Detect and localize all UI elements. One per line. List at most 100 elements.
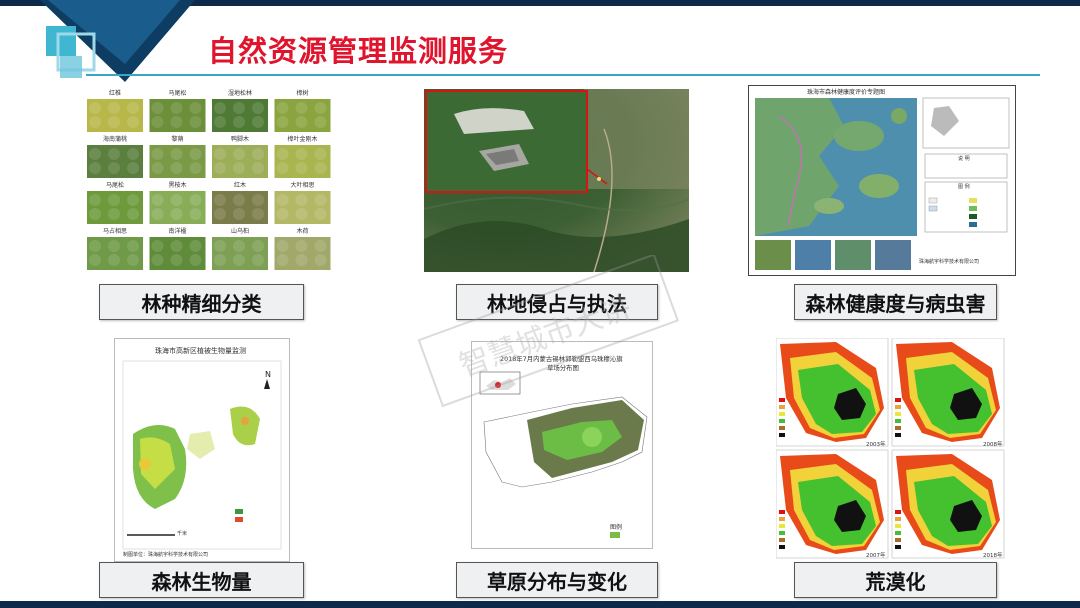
- crown-texture: [252, 194, 264, 206]
- species-name: 红椎: [109, 89, 121, 97]
- crown-texture: [127, 208, 139, 220]
- crown-texture: [314, 240, 327, 252]
- forest-health-map: 珠海市森林健康度评价专题图 说 明 图 例 珠海航宇科学技术有限公司: [748, 85, 1016, 276]
- biomass-map: N 珠海市高新区植被生物量监测 千米 制图单位：珠海航宇科学技术有限公司: [114, 338, 290, 562]
- crown-texture: [214, 254, 226, 266]
- crown-texture: [170, 240, 183, 252]
- crown-texture: [276, 194, 289, 206]
- crown-texture: [314, 208, 327, 220]
- crown-texture: [189, 208, 202, 220]
- label-forest-encroachment: 林地侵占与执法: [456, 284, 658, 320]
- crown-texture: [151, 102, 164, 114]
- species-name: 马尾松: [106, 181, 124, 189]
- grassland-map: 2018年7月内蒙古锡林郭勒盟西乌珠穆沁旗 草场分布图 图例: [471, 341, 653, 549]
- biomass-map-title: 珠海市高新区植被生物量监测: [155, 347, 246, 355]
- species-name: 鸭脚木: [231, 135, 249, 143]
- crown-texture: [189, 148, 202, 160]
- label-forest-health: 森林健康度与病虫害: [794, 284, 997, 320]
- crown-texture: [189, 240, 202, 252]
- crown-texture: [233, 116, 245, 128]
- crown-texture: [89, 254, 101, 266]
- slide-title: 自然资源管理监测服务: [208, 34, 509, 68]
- crown-texture: [189, 116, 202, 128]
- crown-texture: [170, 254, 183, 266]
- species-name: 山乌桕: [231, 227, 249, 235]
- crown-texture: [89, 148, 101, 160]
- crown-texture: [151, 254, 164, 266]
- crown-texture: [295, 148, 308, 160]
- crown-texture: [151, 240, 164, 252]
- crown-texture: [170, 162, 183, 174]
- crown-texture: [170, 194, 183, 206]
- crown-texture: [89, 162, 101, 174]
- crown-texture: [214, 208, 226, 220]
- desertification-maps: 2003年 2008年 2007年 2018年: [776, 338, 1006, 562]
- desert-map: [776, 338, 889, 447]
- species-name: 黑桉木: [168, 181, 186, 189]
- species-name: 海南蒲桃: [103, 135, 127, 143]
- crown-texture: [276, 254, 289, 266]
- crown-texture: [214, 102, 226, 114]
- crown-texture: [170, 208, 183, 220]
- species-name: 马尾松: [168, 89, 186, 97]
- desert-year-4: 2018年: [983, 553, 1003, 559]
- crown-texture: [314, 254, 327, 266]
- health-map-note-heading: 说 明: [958, 156, 970, 162]
- bottom-bar: [0, 601, 1080, 608]
- crown-texture: [276, 116, 289, 128]
- crown-texture: [295, 194, 308, 206]
- crown-texture: [214, 194, 226, 206]
- health-map-title: 珠海市森林健康度评价专题图: [807, 89, 886, 96]
- crown-texture: [233, 194, 245, 206]
- desert-year-2: 2008年: [983, 442, 1003, 448]
- crown-texture: [127, 240, 139, 252]
- crown-texture: [276, 162, 289, 174]
- svg-text:N: N: [265, 370, 271, 379]
- species-name: 木荷: [296, 227, 308, 235]
- crown-texture: [295, 254, 308, 266]
- crown-texture: [151, 148, 164, 160]
- crown-texture: [170, 116, 183, 128]
- crown-texture: [314, 102, 327, 114]
- crown-texture: [252, 102, 264, 114]
- desert-year-1: 2003年: [866, 442, 886, 448]
- biomass-map-scale-unit: 千米: [177, 531, 188, 537]
- crown-texture: [295, 162, 308, 174]
- crown-texture: [214, 116, 226, 128]
- crown-texture: [214, 148, 226, 160]
- species-name: 大叶相思: [290, 181, 314, 189]
- health-map-credit: 珠海航宇科学技术有限公司: [919, 259, 980, 265]
- crown-texture: [295, 102, 308, 114]
- crown-texture: [189, 254, 202, 266]
- crown-texture: [151, 208, 164, 220]
- crown-texture: [314, 194, 327, 206]
- species-name: 樟树: [296, 89, 308, 97]
- label-desertification: 荒漠化: [794, 562, 997, 598]
- crown-texture: [89, 240, 101, 252]
- crown-texture: [89, 194, 101, 206]
- crown-texture: [151, 194, 164, 206]
- label-forest-classification: 林种精细分类: [99, 284, 304, 320]
- crown-texture: [252, 162, 264, 174]
- crown-texture: [276, 240, 289, 252]
- crown-texture: [108, 148, 120, 160]
- crown-texture: [127, 102, 139, 114]
- crown-texture: [108, 254, 120, 266]
- corner-decoration: [40, 0, 195, 82]
- crown-texture: [276, 208, 289, 220]
- crown-texture: [108, 240, 120, 252]
- crown-texture: [252, 254, 264, 266]
- crown-texture: [189, 162, 202, 174]
- crown-texture: [314, 148, 327, 160]
- forest-encroachment-image: [424, 89, 689, 272]
- crown-texture: [295, 208, 308, 220]
- crown-texture: [214, 240, 226, 252]
- crown-texture: [276, 148, 289, 160]
- crown-texture: [108, 116, 120, 128]
- species-name: 湿地松林: [228, 89, 252, 97]
- crown-texture: [276, 102, 289, 114]
- crown-texture: [189, 194, 202, 206]
- crown-texture: [127, 116, 139, 128]
- crown-texture: [89, 208, 101, 220]
- crown-texture: [295, 116, 308, 128]
